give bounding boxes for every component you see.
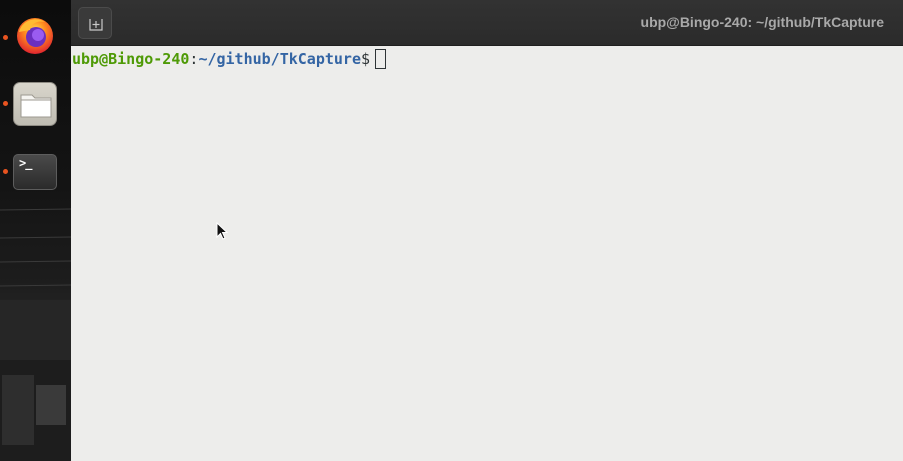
running-indicator xyxy=(3,35,8,40)
window-title: ubp@Bingo-240: ~/github/TkCapture xyxy=(640,14,884,30)
terminal-window: ubp@Bingo-240: ~/github/TkCapture ubp@Bi… xyxy=(71,0,903,461)
title-bar: ubp@Bingo-240: ~/github/TkCapture xyxy=(71,0,903,46)
prompt-path: ~/github/TkCapture xyxy=(198,50,361,68)
running-indicator xyxy=(3,169,8,174)
dock-terminal[interactable]: >_ xyxy=(13,154,57,190)
prompt-symbol: $ xyxy=(361,50,371,68)
dock-firefox[interactable] xyxy=(12,12,58,58)
dock: >_ xyxy=(0,0,71,461)
new-tab-icon xyxy=(89,19,103,31)
folder-icon xyxy=(20,94,52,118)
terminal-icon: >_ xyxy=(19,156,32,170)
terminal-output[interactable]: ubp@Bingo-240: ~/github/TkCapture $ xyxy=(71,47,903,461)
running-indicator xyxy=(3,101,8,106)
dock-wallpaper xyxy=(0,208,71,461)
mouse-pointer-icon xyxy=(216,222,229,240)
text-cursor xyxy=(375,49,387,69)
prompt-colon: : xyxy=(189,50,199,68)
prompt-line: ubp@Bingo-240: ~/github/TkCapture $ xyxy=(72,48,903,70)
firefox-icon xyxy=(17,18,53,54)
prompt-user-host: ubp@Bingo-240 xyxy=(72,50,190,68)
dock-files[interactable] xyxy=(13,82,57,126)
new-tab-button[interactable] xyxy=(78,7,112,39)
